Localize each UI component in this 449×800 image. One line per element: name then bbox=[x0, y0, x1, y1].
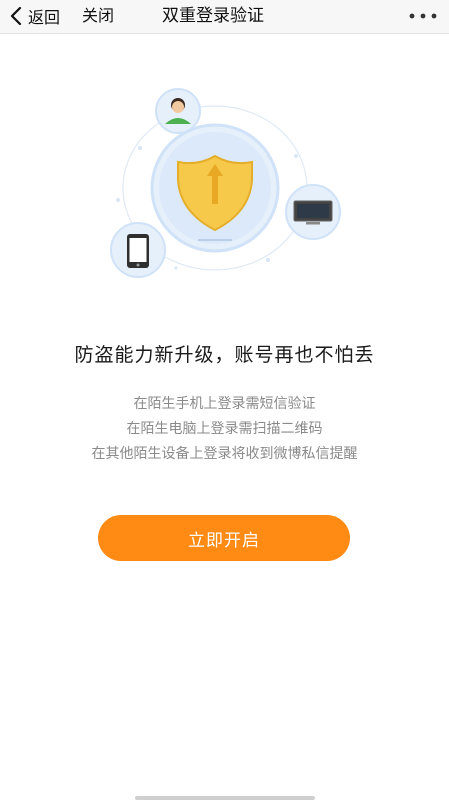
page-title: 双重登录验证 bbox=[162, 6, 264, 26]
chevron-left-icon bbox=[10, 6, 22, 26]
description-line: 在陌生手机上登录需短信验证 bbox=[133, 396, 316, 412]
enable-now-button[interactable]: 立即开启 bbox=[98, 515, 350, 561]
close-button[interactable]: 关闭 bbox=[82, 2, 114, 30]
description-line: 在陌生电脑上登录需扫描二维码 bbox=[126, 421, 323, 437]
home-indicator bbox=[135, 796, 315, 800]
description-list: 在陌生手机上登录需短信验证 在陌生电脑上登录需扫描二维码 在其他陌生设备上登录将… bbox=[0, 392, 449, 467]
security-illustration bbox=[110, 88, 341, 278]
more-dots-icon bbox=[409, 13, 437, 19]
description-line: 在其他陌生设备上登录将收到微博私信提醒 bbox=[91, 446, 358, 462]
user-avatar-icon bbox=[155, 88, 201, 134]
shield-arrow-icon bbox=[150, 123, 280, 253]
top-navigation-bar: 返回 关闭 双重登录验证 bbox=[0, 0, 449, 34]
headline: 防盗能力新升级，账号再也不怕丢 bbox=[74, 344, 375, 366]
back-button[interactable]: 返回 bbox=[8, 2, 60, 30]
monitor-icon bbox=[285, 184, 341, 240]
back-label: 返回 bbox=[28, 8, 61, 27]
more-button[interactable] bbox=[403, 2, 443, 30]
phone-icon bbox=[110, 222, 166, 278]
